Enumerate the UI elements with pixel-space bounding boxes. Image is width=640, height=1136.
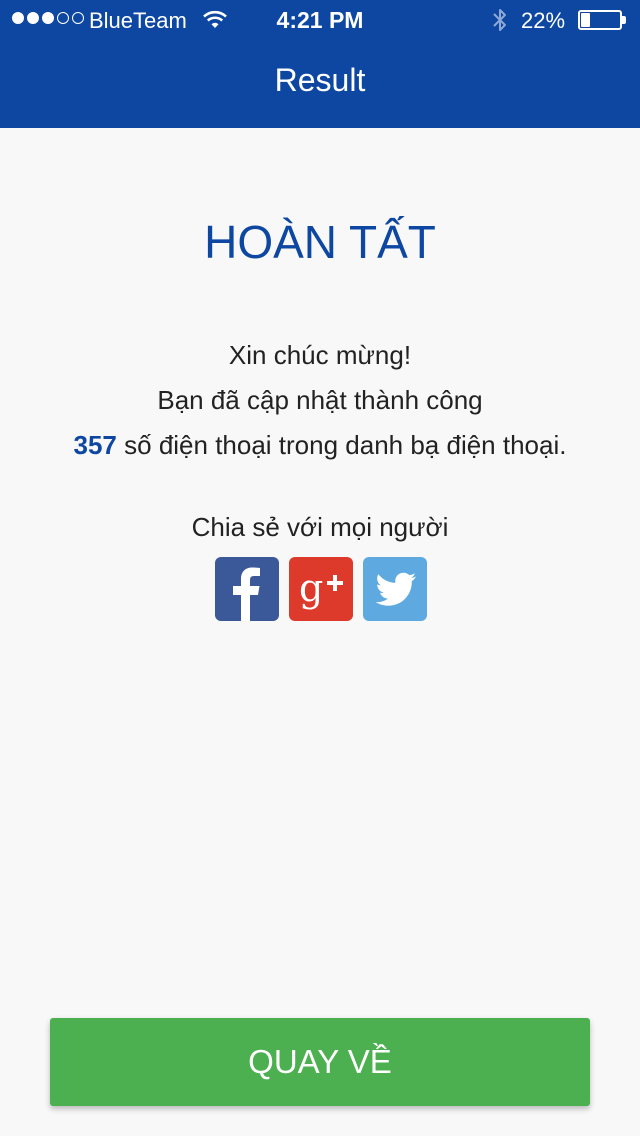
- bluetooth-icon: [493, 9, 506, 31]
- updated-count: 357: [73, 430, 117, 460]
- result-message: Xin chúc mừng! Bạn đã cập nhật thành côn…: [0, 333, 640, 468]
- facebook-icon: [233, 567, 260, 621]
- share-buttons: g: [215, 557, 427, 621]
- count-suffix: số điện thoại trong danh bạ điện thoại.: [116, 430, 567, 460]
- twitter-share-button[interactable]: [363, 557, 427, 621]
- update-line: Bạn đã cập nhật thành công: [157, 385, 483, 415]
- count-line: 357 số điện thoại trong danh bạ điện tho…: [0, 423, 640, 468]
- svg-text:g: g: [299, 566, 323, 610]
- congrats-line: Xin chúc mừng!: [228, 340, 412, 370]
- result-heading: HOÀN TẤT: [204, 216, 436, 268]
- status-bar: BlueTeam 4:21 PM 22%: [0, 0, 640, 40]
- google-plus-icon: g: [299, 566, 343, 610]
- google-plus-share-button[interactable]: g: [289, 557, 353, 621]
- share-label: Chia sẻ với mọi người: [191, 512, 449, 542]
- battery-icon: [578, 10, 626, 30]
- page-title: Result: [274, 62, 366, 98]
- facebook-share-button[interactable]: [215, 557, 279, 621]
- header: BlueTeam 4:21 PM 22% Result: [0, 0, 640, 128]
- twitter-icon: [375, 572, 416, 606]
- battery-percent: 22%: [521, 8, 566, 33]
- back-button[interactable]: QUAY VỀ: [50, 1018, 590, 1106]
- app-screen: BlueTeam 4:21 PM 22% Result HOÀN TẤT Xin…: [0, 0, 640, 1136]
